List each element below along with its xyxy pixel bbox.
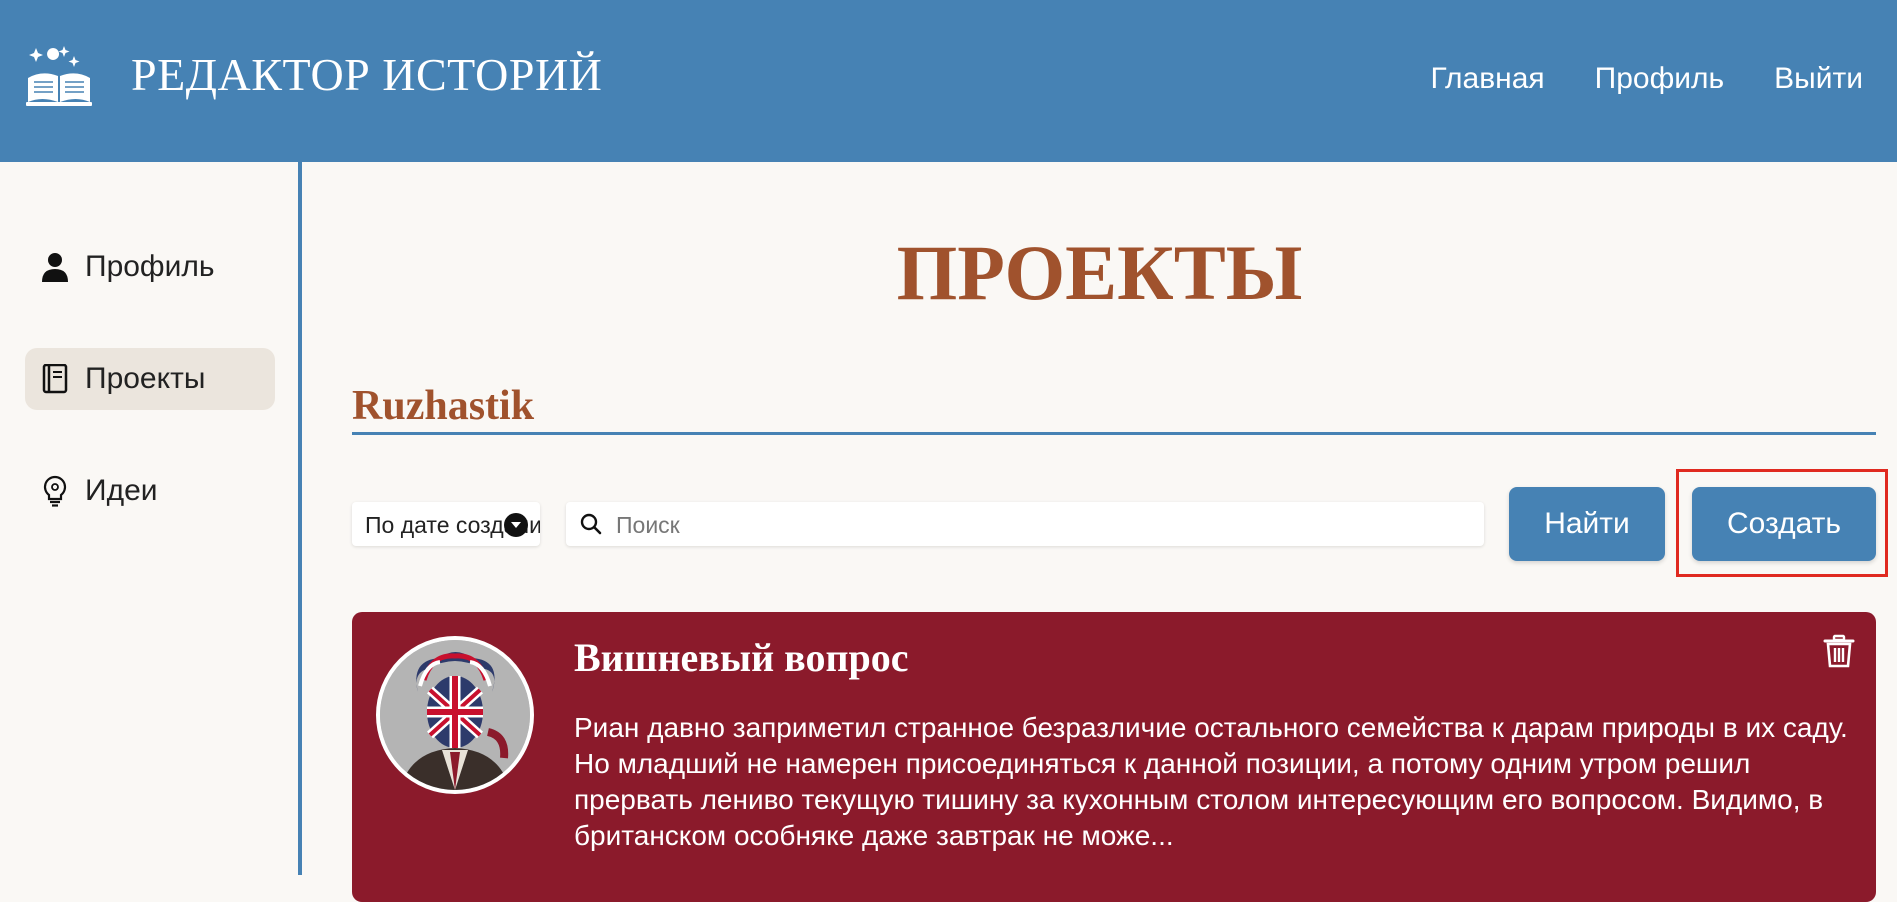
sidebar-item-label: Проекты [85, 362, 206, 395]
nav-home-link[interactable]: Главная [1430, 62, 1544, 96]
divider [352, 432, 1876, 435]
open-book-logo-icon [26, 44, 92, 110]
find-button[interactable]: Найти [1509, 487, 1665, 561]
search-box [566, 502, 1484, 548]
top-nav: Главная Профиль Выйти [1430, 62, 1863, 96]
search-input[interactable] [614, 502, 1478, 548]
user-icon [39, 251, 71, 283]
sort-select[interactable]: По дате создания [352, 502, 540, 546]
sidebar: Профиль Проекты Идеи [0, 162, 302, 875]
create-button-highlight [1676, 469, 1888, 577]
sidebar-item-label: Профиль [85, 250, 215, 283]
project-title: Вишневый вопрос [574, 635, 909, 680]
sidebar-item-projects[interactable]: Проекты [25, 348, 275, 410]
project-card[interactable]: Вишневый вопрос Риан давно заприметил ст… [352, 612, 1876, 902]
page-title: ПРОЕКТЫ [896, 229, 1303, 316]
sidebar-item-profile[interactable]: Профиль [25, 236, 275, 298]
chevron-down-icon [504, 513, 528, 537]
book-icon [39, 363, 71, 395]
app-title: РЕДАКТОР ИСТОРИЙ [131, 49, 603, 100]
nav-logout-link[interactable]: Выйти [1774, 62, 1863, 96]
top-header: РЕДАКТОР ИСТОРИЙ Главная Профиль Выйти [0, 0, 1897, 162]
username-heading: Ruzhastik [352, 383, 535, 429]
nav-profile-link[interactable]: Профиль [1595, 62, 1725, 96]
project-description: Риан давно заприметил странное безразлич… [574, 712, 1848, 851]
project-avatar [376, 636, 534, 794]
lightbulb-icon [39, 475, 71, 507]
search-icon [580, 513, 602, 535]
sidebar-item-ideas[interactable]: Идеи [25, 460, 275, 522]
sidebar-item-label: Идеи [85, 474, 158, 507]
trash-icon[interactable] [1822, 634, 1856, 668]
